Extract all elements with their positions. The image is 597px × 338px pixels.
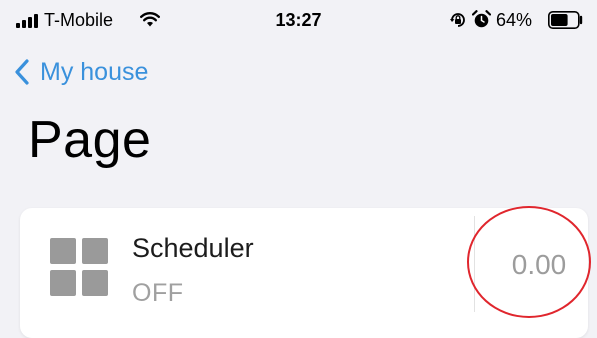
scheduler-card[interactable]: Scheduler OFF 0.00 (20, 208, 588, 338)
page-title: Page (28, 111, 152, 169)
card-status: OFF (132, 279, 184, 307)
battery-icon (548, 11, 583, 29)
alarm-clock-icon (472, 10, 491, 28)
back-button[interactable]: My house (14, 56, 148, 88)
card-value: 0.00 (511, 249, 567, 280)
chevron-left-icon (15, 59, 29, 85)
grid-four-squares-icon (50, 238, 108, 296)
status-bar: T-Mobile 13:27 64% (0, 0, 597, 42)
card-divider (474, 216, 475, 312)
back-label: My house (40, 58, 149, 86)
card-title: Scheduler (132, 233, 254, 263)
battery-percentage: 64% (496, 10, 533, 30)
rotation-lock-icon (450, 13, 465, 27)
